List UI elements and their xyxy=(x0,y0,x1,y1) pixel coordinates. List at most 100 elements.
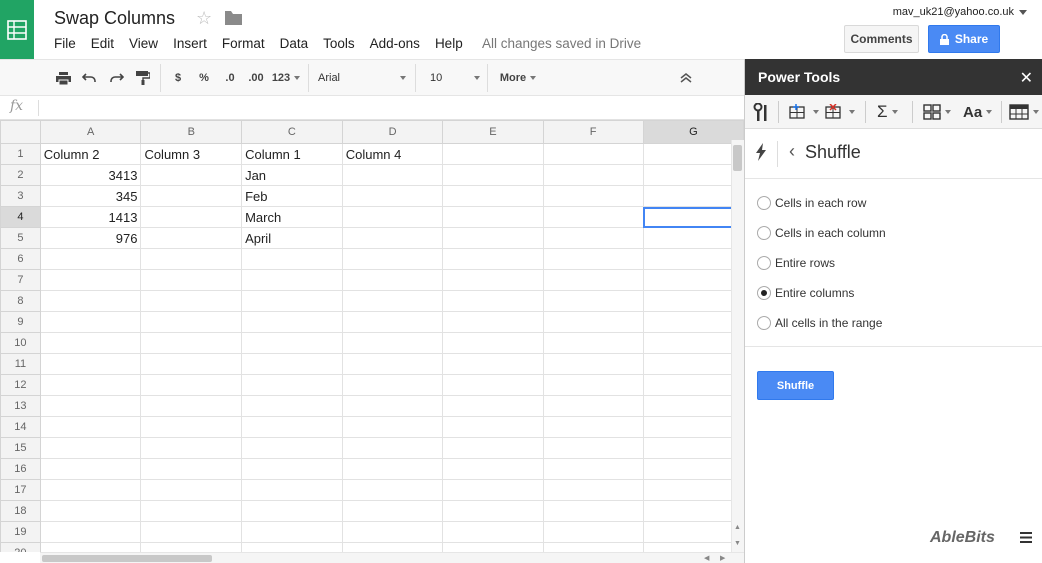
cell-E10[interactable] xyxy=(442,332,544,354)
cell-A7[interactable] xyxy=(39,269,142,291)
cell-A3[interactable]: 345 xyxy=(39,185,142,207)
cell-E18[interactable] xyxy=(442,500,544,522)
column-header[interactable]: E xyxy=(442,120,544,144)
cell-G7[interactable] xyxy=(642,269,744,291)
cell-B13[interactable] xyxy=(140,395,243,417)
cell-A18[interactable] xyxy=(39,500,142,522)
row-header[interactable]: 14 xyxy=(0,416,41,438)
cell-F10[interactable] xyxy=(542,332,644,354)
cell-B18[interactable] xyxy=(140,500,243,522)
formula-bar[interactable]: fx xyxy=(0,96,744,120)
scroll-right-arrow-icon[interactable]: ▶ xyxy=(720,554,725,562)
cell-A1[interactable]: Column 2 xyxy=(39,143,142,165)
cell-C15[interactable] xyxy=(241,437,343,459)
sigma-icon[interactable]: Σ xyxy=(877,95,898,129)
cell-C18[interactable] xyxy=(241,500,343,522)
cell-F3[interactable] xyxy=(542,185,644,207)
cell-F4[interactable] xyxy=(542,206,644,228)
cell-C6[interactable] xyxy=(241,248,343,270)
cell-C2[interactable]: Jan xyxy=(241,164,343,186)
menu-insert[interactable]: Insert xyxy=(173,35,207,52)
radio-button[interactable] xyxy=(757,316,771,330)
text-case-icon[interactable]: Aa xyxy=(963,95,993,129)
folder-icon[interactable] xyxy=(225,11,242,28)
redo-icon[interactable] xyxy=(105,60,127,96)
cell-G14[interactable] xyxy=(642,416,744,438)
cell-C19[interactable] xyxy=(241,521,343,543)
cell-G6[interactable] xyxy=(642,248,744,270)
row-header[interactable]: 11 xyxy=(0,353,41,375)
vertical-scrollbar[interactable] xyxy=(731,140,744,552)
scroll-down-arrow-icon[interactable]: ▼ xyxy=(734,540,741,547)
cell-A13[interactable] xyxy=(39,395,142,417)
cell-F13[interactable] xyxy=(542,395,644,417)
option-entire-columns[interactable]: Entire columns xyxy=(757,286,854,300)
menu-format[interactable]: Format xyxy=(222,35,265,52)
add-columns-icon[interactable] xyxy=(789,95,819,129)
cell-C12[interactable] xyxy=(241,374,343,396)
cell-D17[interactable] xyxy=(341,479,444,501)
cell-F8[interactable] xyxy=(542,290,644,312)
cell-A5[interactable]: 976 xyxy=(39,227,142,249)
row-header[interactable]: 10 xyxy=(0,332,41,354)
cell-B7[interactable] xyxy=(140,269,243,291)
row-header[interactable]: 16 xyxy=(0,458,41,480)
cell-D10[interactable] xyxy=(341,332,444,354)
cell-A9[interactable] xyxy=(39,311,142,333)
account-email[interactable]: mav_uk21@yahoo.co.uk xyxy=(893,6,1014,18)
cell-D6[interactable] xyxy=(341,248,444,270)
cell-D9[interactable] xyxy=(341,311,444,333)
cell-D13[interactable] xyxy=(341,395,444,417)
cell-A17[interactable] xyxy=(39,479,142,501)
column-header[interactable]: A xyxy=(39,120,142,144)
font-size-select[interactable]: 10 xyxy=(430,60,480,96)
horizontal-scroll-thumb[interactable] xyxy=(42,555,212,562)
radio-button[interactable] xyxy=(757,226,771,240)
scroll-up-arrow-icon[interactable]: ▲ xyxy=(734,524,741,531)
cell-F15[interactable] xyxy=(542,437,644,459)
cell-B3[interactable] xyxy=(140,185,243,207)
cell-A15[interactable] xyxy=(39,437,142,459)
cell-E3[interactable] xyxy=(442,185,544,207)
cell-D5[interactable] xyxy=(341,227,444,249)
menu-data[interactable]: Data xyxy=(280,35,309,52)
row-header[interactable]: 9 xyxy=(0,311,41,333)
row-header[interactable]: 17 xyxy=(0,479,41,501)
row-header[interactable]: 18 xyxy=(0,500,41,522)
menu-view[interactable]: View xyxy=(129,35,158,52)
document-title[interactable]: Swap Columns xyxy=(54,8,175,29)
cell-F20[interactable] xyxy=(542,542,644,552)
cell-G5[interactable] xyxy=(642,227,744,249)
cell-F16[interactable] xyxy=(542,458,644,480)
cell-B16[interactable] xyxy=(140,458,243,480)
cell-A6[interactable] xyxy=(39,248,142,270)
cell-G15[interactable] xyxy=(642,437,744,459)
cell-G8[interactable] xyxy=(642,290,744,312)
cell-E4[interactable] xyxy=(442,206,544,228)
column-header[interactable]: C xyxy=(241,120,343,144)
cell-D3[interactable] xyxy=(341,185,444,207)
cell-B4[interactable] xyxy=(140,206,243,228)
cell-D15[interactable] xyxy=(341,437,444,459)
option-entire-rows[interactable]: Entire rows xyxy=(757,256,835,270)
cell-B1[interactable]: Column 3 xyxy=(140,143,243,165)
column-header[interactable]: B xyxy=(140,120,243,144)
cell-D20[interactable] xyxy=(341,542,444,552)
row-header[interactable]: 7 xyxy=(0,269,41,291)
cell-C17[interactable] xyxy=(241,479,343,501)
cell-F6[interactable] xyxy=(542,248,644,270)
cell-A2[interactable]: 3413 xyxy=(39,164,142,186)
cell-D11[interactable] xyxy=(341,353,444,375)
cell-E2[interactable] xyxy=(442,164,544,186)
paint-format-icon[interactable] xyxy=(132,60,154,96)
row-header[interactable]: 6 xyxy=(0,248,41,270)
cell-G17[interactable] xyxy=(642,479,744,501)
cell-C20[interactable] xyxy=(241,542,343,552)
radio-button-selected[interactable] xyxy=(757,286,771,300)
cell-G16[interactable] xyxy=(642,458,744,480)
account-caret-icon[interactable] xyxy=(1019,10,1027,15)
grid-layout-icon[interactable] xyxy=(923,95,951,129)
close-icon[interactable]: ✕ xyxy=(1020,68,1033,88)
cell-C13[interactable] xyxy=(241,395,343,417)
cell-B5[interactable] xyxy=(140,227,243,249)
